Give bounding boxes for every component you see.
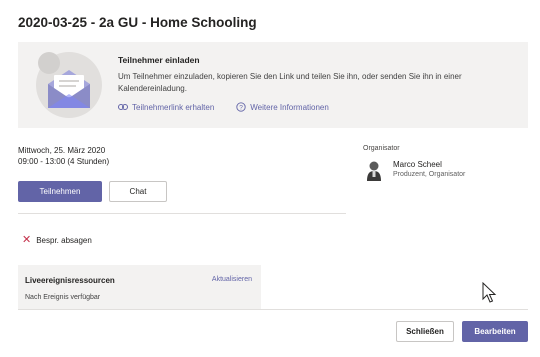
- organizer-details: Marco Scheel Produzent, Organisator: [393, 160, 465, 182]
- organizer-label: Organisator: [363, 145, 400, 152]
- svg-text:?: ?: [239, 104, 243, 111]
- meeting-datetime: Mittwoch, 25. März 2020 09:00 - 13:00 (4…: [18, 145, 109, 167]
- close-button[interactable]: Schließen: [396, 321, 454, 342]
- participant-link-button[interactable]: Teilnehmerlink erhalten: [118, 103, 214, 112]
- join-button[interactable]: Teilnehmen: [18, 181, 102, 202]
- decline-label: Bespr. absagen: [36, 235, 92, 245]
- footer-divider: [18, 309, 528, 310]
- decline-meeting-button[interactable]: ✕ Bespr. absagen: [22, 234, 92, 246]
- envelope-illustration-icon: [36, 52, 102, 118]
- meeting-time: 09:00 - 13:00 (4 Stunden): [18, 157, 110, 166]
- meeting-date: Mittwoch, 25. März 2020: [18, 146, 106, 155]
- mouse-pointer-icon: [482, 282, 497, 303]
- invite-card: Teilnehmer einladen Um Teilnehmer einzul…: [18, 42, 528, 128]
- edit-button[interactable]: Bearbeiten: [462, 321, 528, 342]
- invite-description: Um Teilnehmer einzuladen, kopieren Sie d…: [118, 72, 462, 93]
- page-title: 2020-03-25 - 2a GU - Home Schooling: [18, 15, 257, 30]
- organizer-name: Marco Scheel: [393, 160, 442, 169]
- organizer-entry: Marco Scheel Produzent, Organisator: [365, 160, 465, 182]
- organizer-role: Produzent, Organisator: [393, 171, 466, 178]
- link-icon: [118, 104, 128, 110]
- live-event-title: Liveereignisressourcen: [25, 276, 115, 285]
- close-icon: ✕: [22, 234, 32, 246]
- invite-links: Teilnehmerlink erhalten ? Weitere Inform…: [118, 102, 329, 112]
- live-event-card: Liveereignisressourcen Aktualisieren Nac…: [18, 265, 261, 309]
- participant-link-label: Teilnehmerlink erhalten: [132, 102, 215, 112]
- divider: [18, 213, 346, 214]
- invite-heading: Teilnehmer einladen: [118, 55, 200, 65]
- avatar: [367, 161, 381, 181]
- more-info-label: Weitere Informationen: [250, 102, 329, 112]
- refresh-link[interactable]: Aktualisieren: [212, 276, 252, 283]
- help-icon: ?: [236, 102, 246, 112]
- live-event-status: Nach Ereignis verfügbar: [25, 294, 101, 301]
- more-info-link[interactable]: ? Weitere Informationen: [236, 102, 329, 112]
- chat-button[interactable]: Chat: [109, 181, 167, 202]
